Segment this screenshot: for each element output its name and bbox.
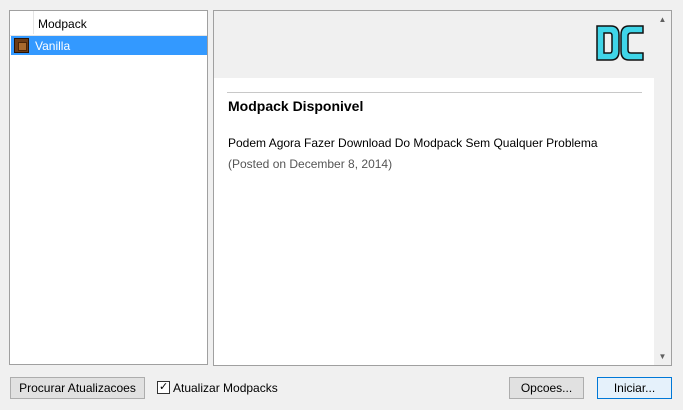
scroll-down-icon[interactable]: ▼ (654, 348, 671, 365)
launch-button[interactable]: Iniciar... (597, 377, 672, 399)
news-divider (227, 92, 642, 93)
check-updates-button[interactable]: Procurar Atualizacoes (10, 377, 145, 399)
dc-logo (596, 25, 644, 61)
icon-column-header (10, 11, 34, 34)
modpack-column-header[interactable]: Modpack (38, 17, 87, 31)
news-panel: Modpack Disponivel Podem Agora Fazer Dow… (213, 10, 672, 366)
scroll-up-icon[interactable]: ▲ (654, 11, 671, 28)
update-modpacks-label: Atualizar Modpacks (173, 381, 278, 395)
modpack-row-vanilla[interactable]: Vanilla (11, 36, 207, 55)
news-scrollbar[interactable]: ▲ ▼ (654, 11, 671, 365)
news-banner (214, 11, 655, 78)
news-date: (Posted on December 8, 2014) (228, 157, 393, 171)
news-title: Modpack Disponivel (228, 98, 364, 114)
checkbox-box[interactable]: ✓ (157, 381, 170, 394)
list-header: Modpack (10, 11, 207, 36)
checkmark-icon: ✓ (159, 381, 169, 393)
options-button[interactable]: Opcoes... (509, 377, 584, 399)
modpack-name: Vanilla (35, 39, 71, 53)
crafting-table-icon (14, 38, 29, 53)
news-body: Podem Agora Fazer Download Do Modpack Se… (228, 136, 598, 150)
modpack-list[interactable]: Modpack Vanilla (9, 10, 208, 365)
